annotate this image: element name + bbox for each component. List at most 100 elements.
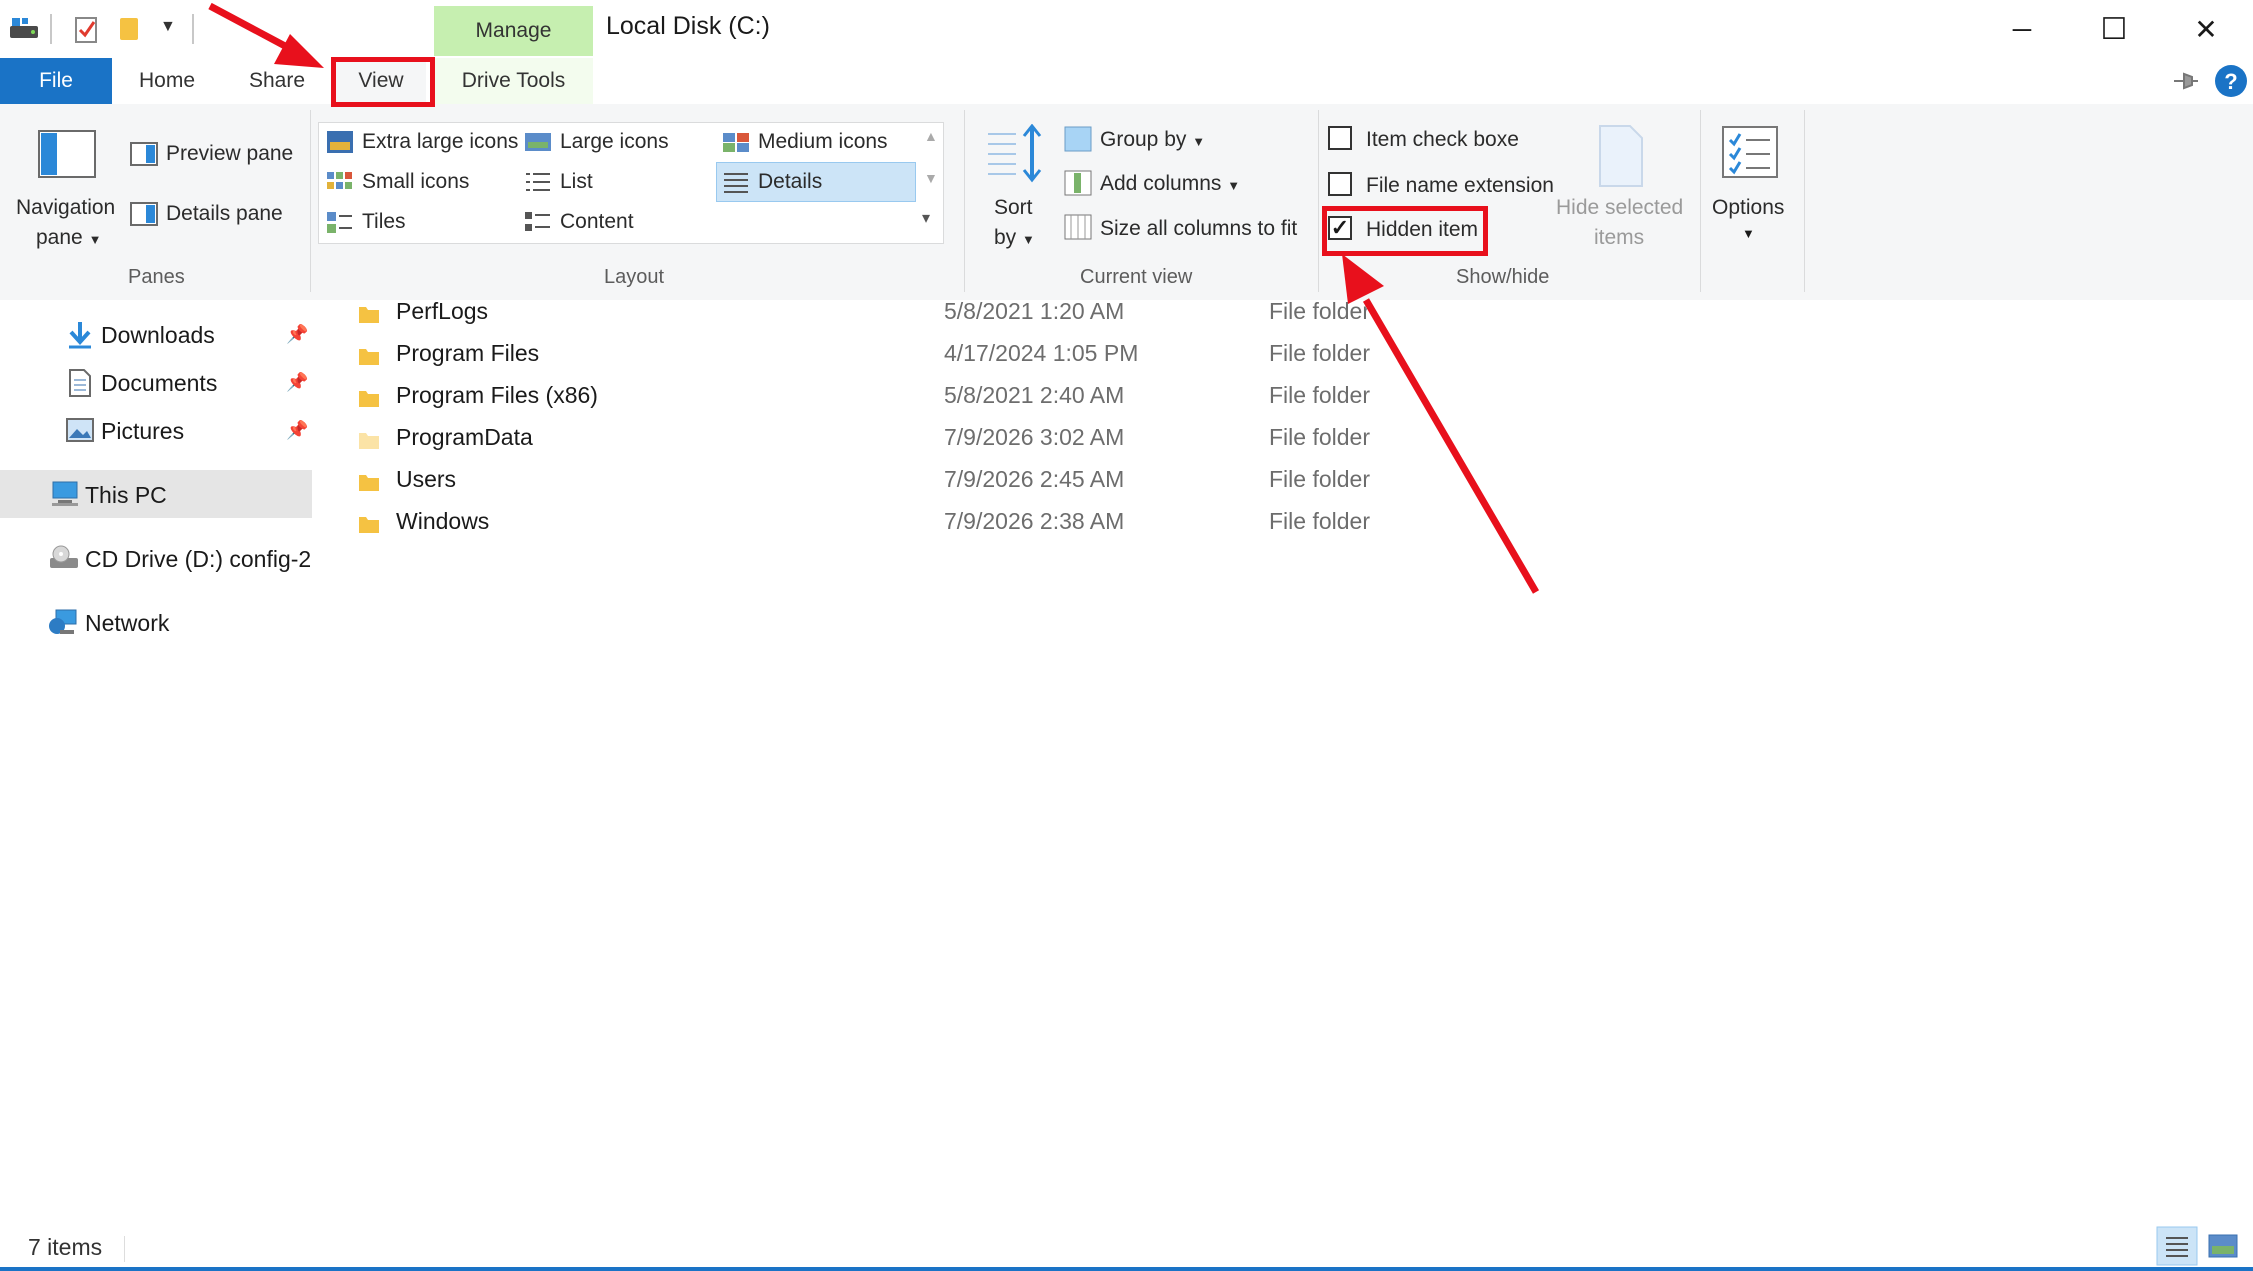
maximize-button[interactable]: ☐ xyxy=(2068,0,2160,58)
medium-icons-icon xyxy=(723,133,749,152)
cd-drive-icon xyxy=(50,545,78,568)
size-all-columns-button[interactable]: Size all columns to fit xyxy=(1100,217,1297,241)
hide-selected-items-icon xyxy=(1599,125,1643,187)
group-by-icon xyxy=(1064,126,1092,152)
file-type: File folder xyxy=(1269,424,1370,450)
sort-by-button[interactable]: Sort xyxy=(994,196,1033,220)
sidebar-item-network[interactable]: Network xyxy=(85,610,169,637)
file-name-extensions-label[interactable]: File name extension xyxy=(1366,174,1554,198)
details-pane-icon xyxy=(130,202,158,226)
tab-share[interactable]: Share xyxy=(236,58,318,104)
pin-icon[interactable]: 📌 xyxy=(286,324,308,345)
sort-by-button-line2[interactable]: by ▼ xyxy=(994,226,1035,250)
layout-details[interactable]: Details xyxy=(758,170,822,194)
title-bar xyxy=(0,0,2253,58)
minimize-button[interactable]: ─ xyxy=(1976,0,2068,58)
tab-manage[interactable]: Manage xyxy=(434,6,593,56)
table-row[interactable] xyxy=(350,506,1400,544)
gallery-scroll-down-icon[interactable]: ▼ xyxy=(924,170,938,186)
file-date: 7/9/2026 2:45 AM xyxy=(944,466,1125,492)
sidebar-item-documents[interactable]: Documents xyxy=(101,370,217,397)
content-icon xyxy=(525,212,550,231)
layout-large-icons[interactable]: Large icons xyxy=(560,130,669,154)
file-name[interactable]: Program Files xyxy=(396,340,539,367)
size-all-columns-icon xyxy=(1064,214,1092,240)
file-name-extensions-checkbox[interactable] xyxy=(1328,172,1352,196)
sidebar-item-this-pc[interactable]: This PC xyxy=(85,482,167,509)
preview-pane-icon xyxy=(130,142,158,166)
layout-group-label: Layout xyxy=(604,266,665,288)
sidebar-item-downloads[interactable]: Downloads xyxy=(101,322,215,349)
drive-app-icon[interactable] xyxy=(8,14,40,42)
file-date: 7/9/2026 2:38 AM xyxy=(944,508,1125,534)
new-folder-icon[interactable] xyxy=(118,16,142,42)
tab-file[interactable]: File xyxy=(0,58,112,104)
options-dropdown-icon[interactable]: ▼ xyxy=(1742,226,1755,241)
item-check-boxes-label[interactable]: Item check boxe xyxy=(1366,128,1519,152)
group-separator xyxy=(1318,110,1319,292)
layout-small-icons[interactable]: Small icons xyxy=(362,170,469,194)
pin-icon[interactable]: 📌 xyxy=(286,420,308,441)
file-date: 5/8/2021 1:20 AM xyxy=(944,298,1125,324)
file-name[interactable]: Windows xyxy=(396,508,489,535)
file-name[interactable]: Program Files (x86) xyxy=(396,382,598,409)
window-title: Local Disk (C:) xyxy=(606,12,770,40)
table-row[interactable] xyxy=(350,464,1400,502)
item-check-boxes-checkbox[interactable] xyxy=(1328,126,1352,150)
details-view-icon[interactable] xyxy=(2156,1226,2198,1266)
details-icon xyxy=(724,173,748,193)
status-separator xyxy=(124,1236,125,1262)
navigation-pane-icon xyxy=(38,130,96,178)
file-type: File folder xyxy=(1269,298,1370,324)
pin-icon[interactable]: 📌 xyxy=(286,372,308,393)
large-icons-view-icon[interactable] xyxy=(2208,1234,2238,1258)
navigation-pane-button-line2[interactable]: pane ▼ xyxy=(36,226,101,250)
table-row[interactable] xyxy=(350,296,1400,334)
gallery-more-icon[interactable]: ▾ xyxy=(922,208,930,228)
layout-list[interactable]: List xyxy=(560,170,593,194)
options-button[interactable]: Options xyxy=(1712,196,1784,220)
close-button[interactable]: ✕ xyxy=(2160,0,2252,58)
tab-home[interactable]: Home xyxy=(126,58,208,104)
file-name[interactable]: ProgramData xyxy=(396,424,533,451)
layout-tiles[interactable]: Tiles xyxy=(362,210,406,234)
customize-qat-icon[interactable]: ▼ xyxy=(160,18,176,36)
preview-pane-button[interactable]: Preview pane xyxy=(166,142,293,166)
add-columns-icon xyxy=(1064,170,1092,196)
sort-by-icon xyxy=(988,124,1042,183)
extra-large-icons-icon xyxy=(327,131,353,153)
file-date: 5/8/2021 2:40 AM xyxy=(944,382,1125,408)
download-arrow-icon xyxy=(69,322,91,349)
gallery-scroll-up-icon[interactable]: ▲ xyxy=(924,128,938,144)
status-item-count: 7 items xyxy=(28,1234,103,1260)
group-by-button[interactable]: Group by ▼ xyxy=(1100,128,1205,152)
folder-icon xyxy=(359,349,379,365)
file-type: File folder xyxy=(1269,340,1370,366)
navigation-pane-button[interactable]: Navigation xyxy=(16,196,115,220)
sidebar-item-cd-drive[interactable]: CD Drive (D:) config-2 xyxy=(85,546,311,573)
picture-icon xyxy=(66,418,94,442)
window-bottom-border xyxy=(0,1267,2253,1271)
layout-extra-large-icons[interactable]: Extra large icons xyxy=(362,130,518,154)
file-name[interactable]: Users xyxy=(396,466,456,493)
pin-ribbon-icon[interactable] xyxy=(2170,68,2200,94)
tab-drive-tools[interactable]: Drive Tools xyxy=(434,58,593,104)
add-columns-button[interactable]: Add columns ▼ xyxy=(1100,172,1240,196)
file-name[interactable]: PerfLogs xyxy=(396,298,488,325)
layout-content[interactable]: Content xyxy=(560,210,634,234)
group-separator xyxy=(310,110,311,292)
options-icon xyxy=(1722,126,1778,178)
large-icons-icon xyxy=(525,133,551,151)
sidebar-item-pictures[interactable]: Pictures xyxy=(101,418,184,445)
hide-selected-items-button[interactable]: Hide selected xyxy=(1556,196,1683,220)
folder-icon xyxy=(359,307,379,323)
group-separator xyxy=(1804,110,1805,292)
minimize-icon: ─ xyxy=(2012,13,2032,44)
details-pane-button[interactable]: Details pane xyxy=(166,202,283,226)
layout-medium-icons[interactable]: Medium icons xyxy=(758,130,888,154)
properties-icon[interactable] xyxy=(74,16,100,44)
help-icon[interactable]: ? xyxy=(2214,64,2248,98)
current-view-group-label: Current view xyxy=(1080,266,1193,288)
folder-icon xyxy=(359,475,379,491)
hide-selected-items-button-line2[interactable]: items xyxy=(1594,226,1644,250)
